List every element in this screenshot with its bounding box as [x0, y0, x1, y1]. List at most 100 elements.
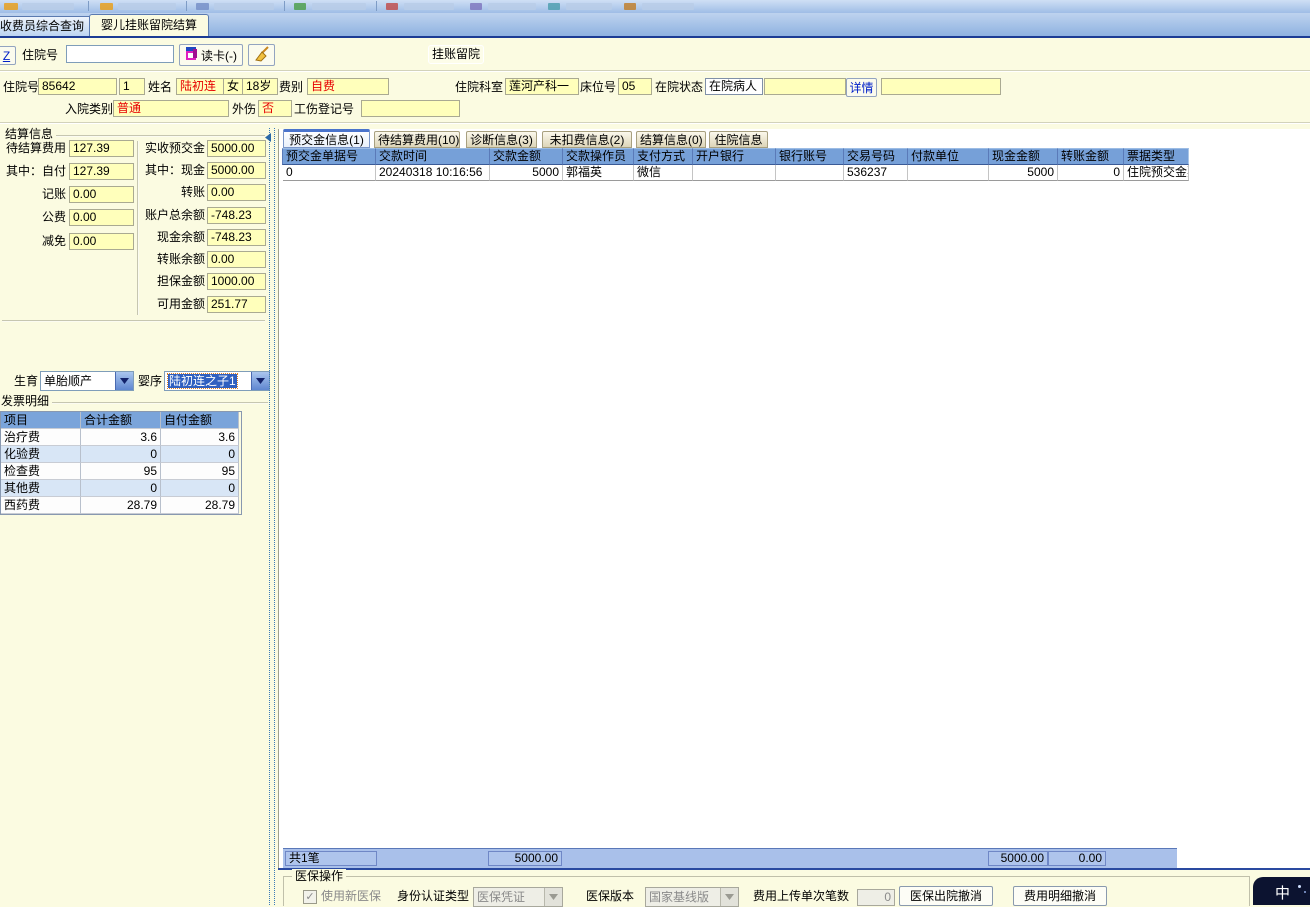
grid-col-header[interactable]: 现金金额: [988, 148, 1058, 165]
grid-col-header[interactable]: 交款操作员: [562, 148, 634, 165]
grid-col-header[interactable]: 预交金单据号: [282, 148, 376, 165]
settlement-value-field[interactable]: 5000.00: [207, 140, 266, 157]
dept-field[interactable]: 莲河产科一: [505, 78, 579, 95]
z-shortcut-button[interactable]: Z: [0, 46, 16, 65]
use-new-insurance-checkbox[interactable]: ✓: [303, 890, 317, 904]
settlement-value-field[interactable]: 1000.00: [207, 273, 266, 290]
detail-button[interactable]: 详情: [846, 78, 877, 97]
grid-cell: [776, 165, 844, 181]
invoice-col-header[interactable]: 项目: [1, 412, 81, 429]
insurance-version-combo[interactable]: 国家基线版: [645, 887, 739, 907]
admit-times-field[interactable]: 1: [119, 78, 145, 95]
grid-col-header[interactable]: 付款单位: [907, 148, 989, 165]
settlement-label: 实收预交金: [144, 141, 205, 155]
grid-col-header[interactable]: 支付方式: [633, 148, 693, 165]
settlement-value-field[interactable]: 0.00: [69, 186, 134, 203]
grid-data-row[interactable]: 0 20240318 10:16:56 5000 郭福英 微信 536237 5…: [283, 165, 1189, 181]
grid-col-header[interactable]: 转账金额: [1057, 148, 1124, 165]
grid-cell: 5000: [989, 165, 1058, 181]
bed-no-label: 床位号: [580, 80, 617, 94]
name-field[interactable]: 陆初连: [176, 78, 225, 95]
admission-type-label: 入院类别: [65, 102, 114, 116]
chevron-down-icon[interactable]: [251, 372, 269, 390]
settlement-value-field[interactable]: -748.23: [207, 229, 266, 246]
toolbar-separator: [284, 1, 285, 11]
grid-col-header[interactable]: 票据类型: [1123, 148, 1189, 165]
invoice-col-header[interactable]: 自付金额: [161, 412, 239, 429]
settlement-value-field[interactable]: 5000.00: [207, 162, 266, 179]
use-new-insurance-label: 使用新医保: [321, 889, 382, 903]
invoice-item-self: 0: [161, 446, 239, 463]
upload-batch-label: 费用上传单次笔数: [753, 889, 850, 903]
invoice-row[interactable]: 治疗费 3.6 3.6: [1, 429, 241, 446]
tab-pending-fees[interactable]: 待结算费用(10): [374, 131, 460, 148]
clear-button[interactable]: [248, 44, 275, 66]
settlement-value-field[interactable]: -748.23: [207, 207, 266, 224]
chevron-down-icon[interactable]: [115, 372, 133, 390]
invoice-col-header[interactable]: 合计金额: [81, 412, 161, 429]
ime-indicator[interactable]: 中: [1253, 877, 1310, 905]
divider: [0, 70, 1310, 72]
settlement-value-field[interactable]: 0.00: [69, 233, 134, 250]
panel-splitter[interactable]: [269, 128, 275, 905]
fee-type-field[interactable]: 自费: [307, 78, 389, 95]
summary-transfer: 0.00: [1048, 851, 1106, 866]
toolbar-fragment: [118, 3, 176, 10]
tab-diagnosis-info[interactable]: 诊断信息(3): [466, 131, 537, 148]
detail-extra-field[interactable]: [881, 78, 1001, 95]
invoice-row[interactable]: 西药费 28.79 28.79: [1, 497, 241, 514]
sparkle-icon: [1298, 885, 1301, 888]
grid-col-header[interactable]: 开户银行: [692, 148, 776, 165]
settlement-value-field[interactable]: 0.00: [207, 184, 266, 201]
insurance-discharge-cancel-button[interactable]: 医保出院撤消: [899, 886, 993, 906]
summary-cash: 5000.00: [988, 851, 1048, 866]
invoice-item-name: 检查费: [1, 463, 81, 480]
settlement-value-field[interactable]: 127.39: [69, 140, 134, 157]
baby-order-combo[interactable]: 陆初连之子1: [164, 371, 270, 391]
grid-col-header[interactable]: 银行账号: [775, 148, 844, 165]
toolbar-separator: [186, 1, 187, 11]
upload-batch-input[interactable]: 0: [857, 889, 895, 906]
settlement-label: 账户总余额: [144, 208, 205, 222]
toolbar-separator: [88, 1, 89, 11]
settlement-value-field[interactable]: 0.00: [69, 209, 134, 226]
settlement-value-field[interactable]: 0.00: [207, 251, 266, 268]
read-card-button[interactable]: 读卡(-): [179, 44, 243, 66]
tab-settlement-info[interactable]: 结算信息(0): [636, 131, 706, 148]
tab-admission-info[interactable]: 住院信息: [709, 131, 768, 148]
birth-type-combo[interactable]: 单胎顺产: [40, 371, 134, 391]
status-field[interactable]: 在院病人: [705, 78, 763, 95]
tab-cashier-query[interactable]: 收费员综合查询: [0, 16, 96, 36]
tab-prepayment-info[interactable]: 预交金信息(1): [283, 129, 370, 148]
settlement-value-field[interactable]: 127.39: [69, 163, 134, 180]
admission-type-field[interactable]: 普通: [113, 100, 229, 117]
inpatient-no-field[interactable]: 85642: [38, 78, 117, 95]
invoice-row[interactable]: 化验费 0 0: [1, 446, 241, 463]
invoice-row[interactable]: 检查费 95 95: [1, 463, 241, 480]
age-field[interactable]: 18岁: [242, 78, 278, 95]
injury-no-field[interactable]: [361, 100, 460, 117]
fee-detail-cancel-button[interactable]: 费用明细撤消: [1013, 886, 1107, 906]
tab-undeducted-info[interactable]: 未扣费信息(2): [542, 131, 632, 148]
settlement-label: 转账余额: [156, 252, 205, 266]
status-extra-field[interactable]: [764, 78, 846, 95]
grid-col-header[interactable]: 交款金额: [489, 148, 563, 165]
card-reader-icon: [185, 46, 198, 64]
settlement-label: 可用金额: [156, 297, 205, 311]
inpatient-no-search-input[interactable]: [66, 45, 174, 63]
splitter-collapse-icon[interactable]: [265, 131, 271, 145]
grid-cell: [908, 165, 989, 181]
settlement-label: 公费: [41, 210, 66, 224]
injury-field[interactable]: 否: [258, 100, 292, 117]
bed-no-field[interactable]: 05: [618, 78, 652, 95]
grid-col-header[interactable]: 交款时间: [375, 148, 490, 165]
invoice-row[interactable]: 其他费 0 0: [1, 480, 241, 497]
tab-infant-settlement[interactable]: 婴儿挂账留院结算: [89, 14, 209, 36]
auth-type-combo[interactable]: 医保凭证: [473, 887, 563, 907]
gender-field[interactable]: 女: [223, 78, 244, 95]
grid-col-header[interactable]: 交易号码: [843, 148, 908, 165]
settlement-value-field[interactable]: 251.77: [207, 296, 266, 313]
grid-cell: 20240318 10:16:56: [376, 165, 490, 181]
sparkle-icon: [1304, 891, 1306, 893]
invoice-item-total: 3.6: [81, 429, 161, 446]
